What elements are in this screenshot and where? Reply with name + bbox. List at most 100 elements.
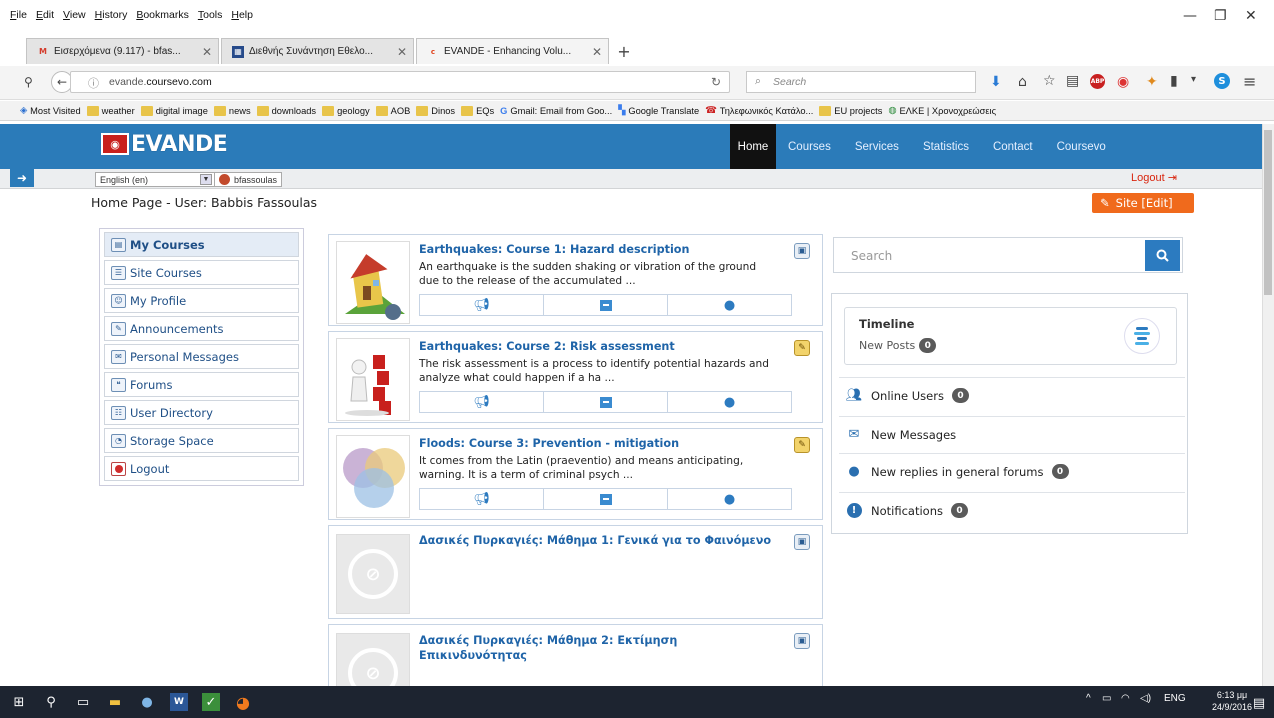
bookmark-news[interactable]: news <box>213 105 251 116</box>
dropdown-icon[interactable]: ▾ <box>1191 74 1196 85</box>
document-icon[interactable] <box>544 295 668 315</box>
sidebar-item-forums[interactable]: ❝ Forums <box>104 372 299 397</box>
forum-replies-row[interactable]: ● New replies in general forums 0 <box>839 453 1185 489</box>
map-app-icon[interactable]: ✓ <box>202 693 220 711</box>
no-image-placeholder[interactable]: ⊘ <box>336 534 410 614</box>
phone-icon[interactable]: ▮ <box>1170 73 1178 89</box>
course-title-link[interactable]: Earthquakes: Course 2: Risk assessment <box>419 340 789 353</box>
new-tab-icon[interactable]: + <box>611 38 637 64</box>
menu-edit[interactable]: Edit <box>36 9 54 26</box>
scrollbar-thumb[interactable] <box>1264 130 1272 295</box>
sidebar-item-storage-space[interactable]: ◔ Storage Space <box>104 428 299 453</box>
sidebar-item-announcements[interactable]: ✎ Announcements <box>104 316 299 341</box>
bookmark-gmail[interactable]: G Gmail: Email from Goo... <box>500 106 612 116</box>
chat-bubble-icon[interactable]: ● <box>668 489 791 509</box>
sidebar-item-my-profile[interactable]: ☺ My Profile <box>104 288 299 313</box>
sidebar-item-user-directory[interactable]: ☷ User Directory <box>104 400 299 425</box>
site-edit-button[interactable]: ✎ Site [Edit] <box>1092 193 1194 213</box>
minimize-icon[interactable]: — <box>1183 8 1197 24</box>
wifi-icon[interactable]: ◠ <box>1121 693 1130 704</box>
menu-help[interactable]: Help <box>231 9 253 26</box>
menu-history[interactable]: History <box>95 9 128 26</box>
network-app-icon[interactable]: ● <box>138 693 156 711</box>
close-window-icon[interactable]: ✕ <box>1245 8 1257 24</box>
expand-arrow-icon[interactable]: ➜ <box>10 169 34 187</box>
notifications-row[interactable]: ! Notifications 0 <box>839 492 1185 528</box>
course-title-link[interactable]: Floods: Course 3: Prevention - mitigatio… <box>419 437 789 450</box>
sidebar-item-site-courses[interactable]: ☰ Site Courses <box>104 260 299 285</box>
input-language[interactable]: ENG <box>1164 693 1186 704</box>
nav-courses[interactable]: Courses <box>776 124 843 169</box>
new-messages-row[interactable]: ✉ New Messages <box>839 416 1185 452</box>
restore-icon[interactable]: ❐ <box>1214 8 1227 24</box>
bookmark-eqs[interactable]: EQs <box>461 105 494 116</box>
firefox-icon[interactable]: ◕ <box>234 693 252 712</box>
bookmark-geology[interactable]: geology <box>322 105 370 116</box>
document-icon[interactable] <box>544 392 668 412</box>
nav-statistics[interactable]: Statistics <box>911 124 981 169</box>
sidebar-item-personal-messages[interactable]: ✉ Personal Messages <box>104 344 299 369</box>
word-icon[interactable]: W <box>170 693 188 711</box>
sidebar-item-my-courses[interactable]: ▤ My Courses <box>104 232 299 257</box>
menu-bookmarks[interactable]: Bookmarks <box>136 9 189 26</box>
timeline-new-posts[interactable]: New Posts 0 <box>859 338 937 353</box>
course-thumbnail-risk[interactable] <box>336 338 410 421</box>
bookmark-aob[interactable]: AOB <box>375 105 410 116</box>
tab-gmail[interactable]: M Εισερχόμενα (9.117) - bfas... ✕ <box>26 38 219 64</box>
download-icon[interactable]: ⬇ <box>990 74 1002 90</box>
home-icon[interactable]: ⌂ <box>1018 74 1027 90</box>
menu-tools[interactable]: Tools <box>198 9 223 26</box>
course-title-link[interactable]: Earthquakes: Course 1: Hazard descriptio… <box>419 243 789 256</box>
nav-services[interactable]: Services <box>843 124 911 169</box>
document-icon[interactable] <box>544 489 668 509</box>
volume-icon[interactable]: ◁) <box>1140 693 1151 704</box>
nav-coursevo[interactable]: Coursevo <box>1045 124 1118 169</box>
hamburger-menu-icon[interactable]: ≡ <box>1243 72 1256 91</box>
extension-icon[interactable]: ◉ <box>1117 74 1129 90</box>
site-identity-icon[interactable]: ⚲ <box>24 75 33 89</box>
bookmark-star-icon[interactable]: ☆ <box>1043 73 1056 89</box>
bookmark-digital-image[interactable]: digital image <box>140 105 208 116</box>
bookmark-elke[interactable]: ◍ ΕΛΚΕ | Χρονοχρεώσεις <box>888 105 996 116</box>
course-title-link[interactable]: Δασικές Πυρκαγιές: Μάθημα 2: Εκτίμηση Επ… <box>419 633 719 663</box>
nav-contact[interactable]: Contact <box>981 124 1045 169</box>
bookmark-weather[interactable]: weather <box>86 105 135 116</box>
tab-close-icon[interactable]: ✕ <box>592 45 602 59</box>
url-input[interactable]: ⓘ evande.coursevo.com ↻ <box>70 71 730 93</box>
site-search-input[interactable]: Search <box>833 237 1183 273</box>
action-center-icon[interactable]: ▤ <box>1250 694 1268 712</box>
bookmark-dinos[interactable]: Dinos <box>416 105 455 116</box>
announcement-megaphone-icon[interactable]: 📢︎ <box>420 489 544 509</box>
online-users-row[interactable]: 👥︎ Online Users 0 <box>839 377 1185 413</box>
chat-bubble-icon[interactable]: ● <box>668 295 791 315</box>
site-logo[interactable]: ◉ EVANDE <box>101 130 228 158</box>
announcement-megaphone-icon[interactable]: 📢︎ <box>420 295 544 315</box>
bookmark-most-visited[interactable]: ◈ Most Visited <box>20 105 81 116</box>
tab-close-icon[interactable]: ✕ <box>397 45 407 59</box>
bookmark-translate[interactable]: ▚ Google Translate <box>618 105 699 116</box>
tab-close-icon[interactable]: ✕ <box>202 45 212 59</box>
file-explorer-icon[interactable]: ▬ <box>106 693 124 711</box>
adblock-icon[interactable]: ABP <box>1090 74 1105 89</box>
bookmark-downloads[interactable]: downloads <box>256 105 316 116</box>
user-chip[interactable]: bfassoulas <box>214 172 283 187</box>
windows-start-icon[interactable]: ⊞ <box>10 693 28 711</box>
network-icon[interactable]: ▭ <box>1102 693 1111 704</box>
tray-chevron-icon[interactable]: ^ <box>1086 693 1091 704</box>
taskbar-clock[interactable]: 6:13 μμ 24/9/2016 <box>1212 689 1252 713</box>
reading-list-icon[interactable]: ▤ <box>1066 73 1079 89</box>
course-thumbnail-house[interactable] <box>336 241 410 324</box>
browser-search-input[interactable]: ⌕ Search <box>746 71 976 93</box>
chat-bubble-icon[interactable]: ● <box>668 392 791 412</box>
task-view-icon[interactable]: ▭ <box>74 693 92 711</box>
reload-icon[interactable]: ↻ <box>711 75 721 89</box>
menu-view[interactable]: View <box>63 9 86 26</box>
logout-link[interactable]: Logout ⇥ <box>1131 171 1177 184</box>
search-button[interactable] <box>1145 240 1180 271</box>
bookmark-eu-projects[interactable]: EU projects <box>819 105 882 116</box>
tab-evande[interactable]: c EVANDE - Enhancing Volu... ✕ <box>416 38 609 64</box>
language-select[interactable]: English (en) ▼ <box>95 172 215 187</box>
bookmark-phonebook[interactable]: ☎ Τηλεφωνικός Κατάλο... <box>705 105 813 116</box>
search-icon[interactable]: ⚲ <box>42 693 60 711</box>
tab-meeting[interactable]: ▦ Διεθνής Συνάντηση Εθελο... ✕ <box>221 38 414 64</box>
